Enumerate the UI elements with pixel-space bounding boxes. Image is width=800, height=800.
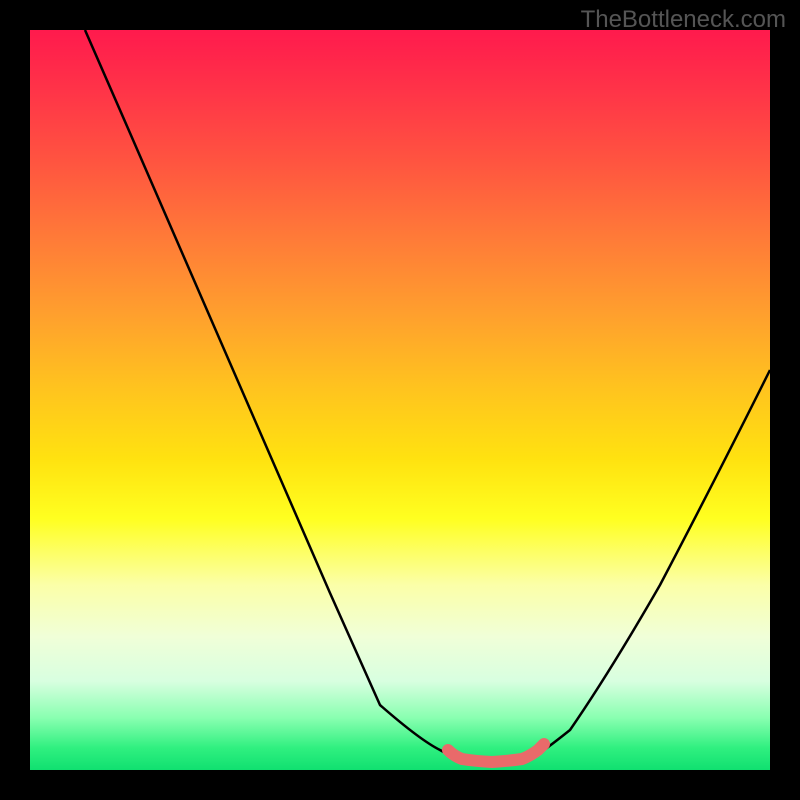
curve-svg: [30, 30, 770, 770]
chart-plot-area: [30, 30, 770, 770]
watermark-text: TheBottleneck.com: [581, 6, 786, 34]
trough-highlight-path: [448, 744, 544, 762]
bottleneck-curve-path: [85, 30, 770, 761]
